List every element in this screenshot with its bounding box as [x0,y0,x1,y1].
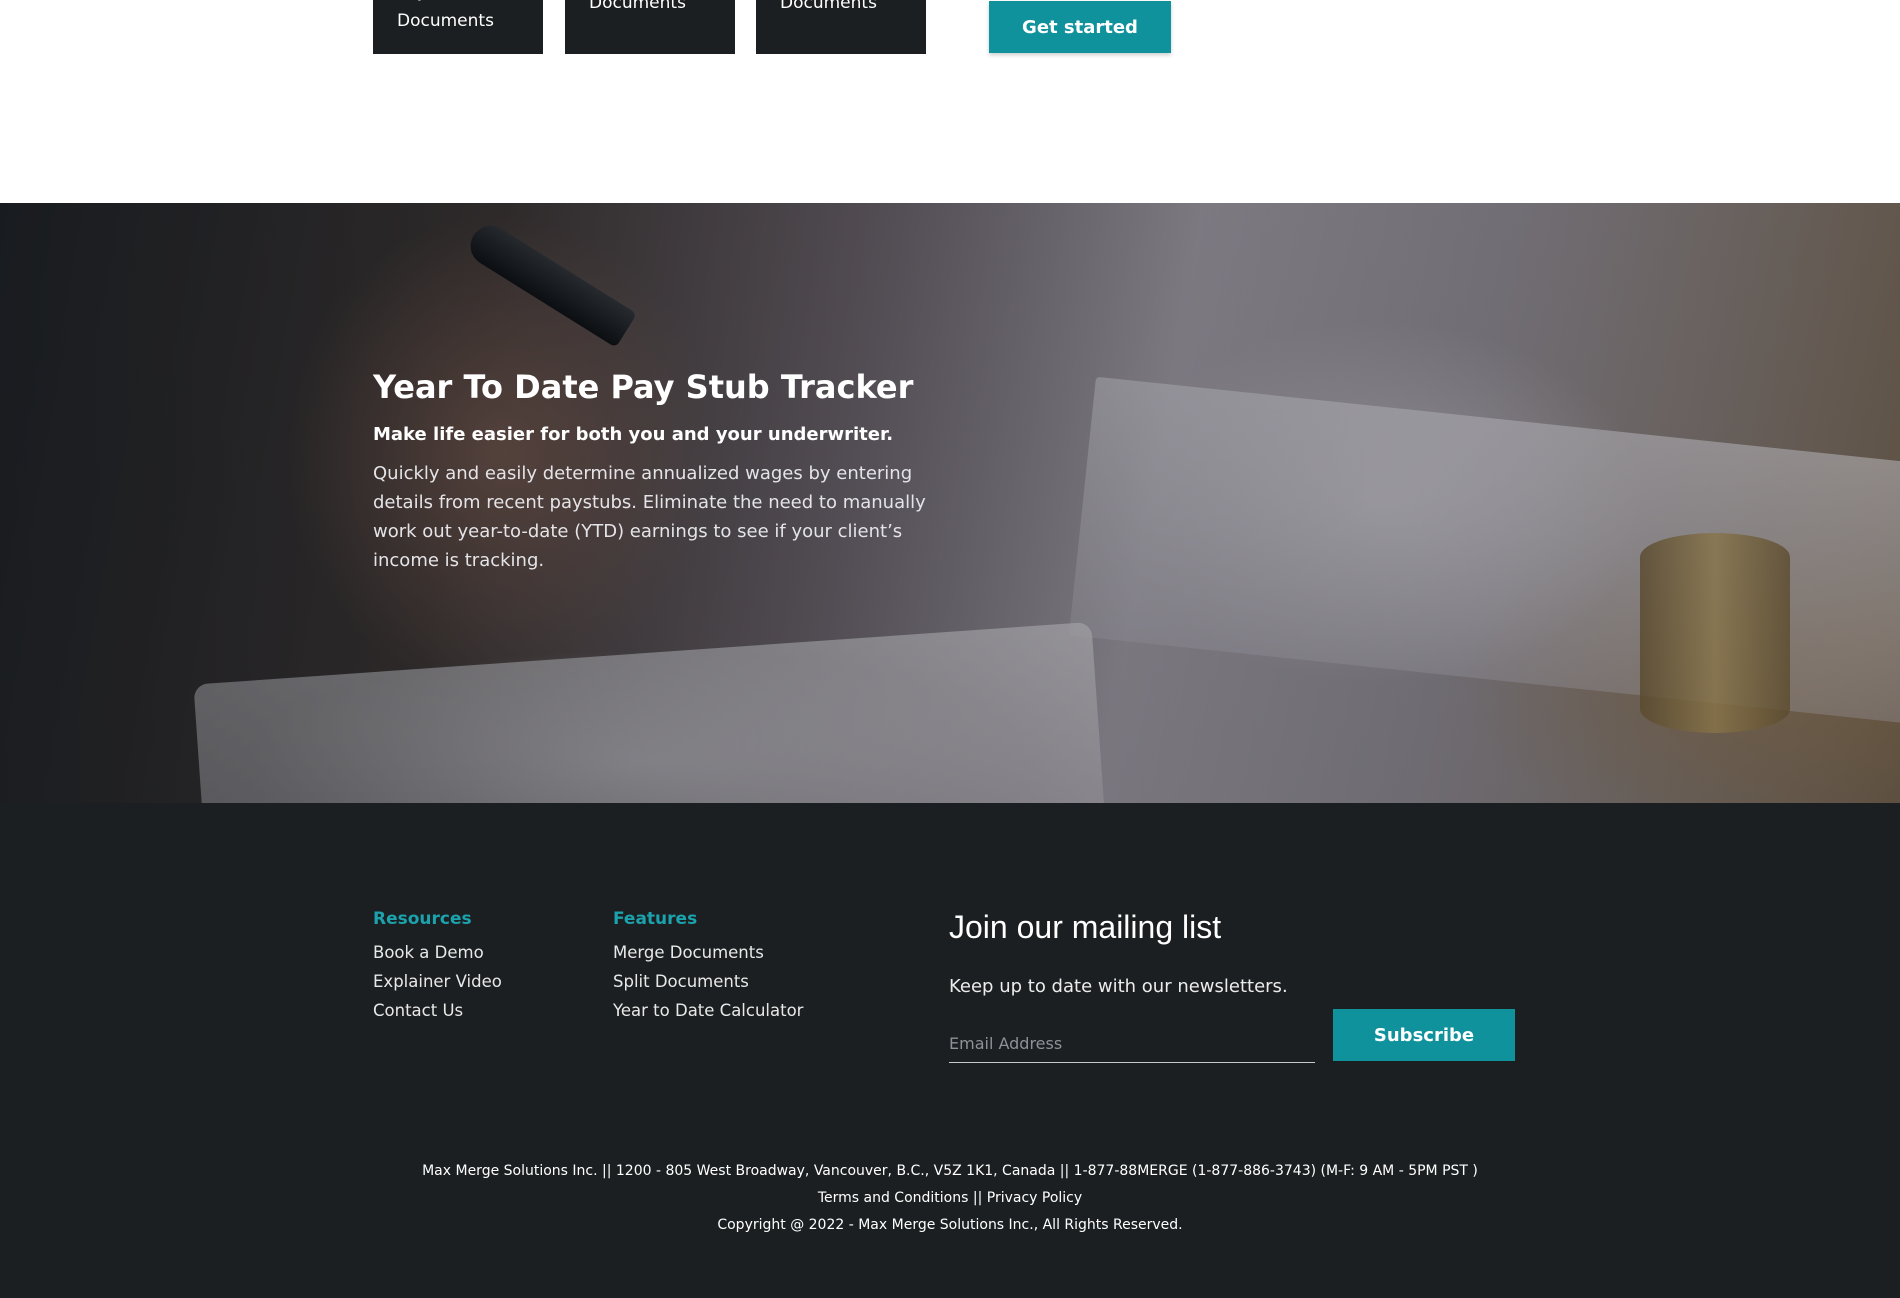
terms-link[interactable]: Terms and Conditions [818,1190,969,1206]
footer-link-explainer-video[interactable]: Explainer Video [373,967,502,996]
feature-card-payment-documents[interactable]: Payment Documents [373,0,543,54]
privacy-link[interactable]: Privacy Policy [987,1190,1082,1206]
hero-subtitle: Make life easier for both you and your u… [373,424,894,446]
footer-link-contact-us[interactable]: Contact Us [373,996,502,1025]
mailing-list-form: Join our mailing list Keep up to date wi… [949,908,1529,1063]
feature-card-documents[interactable]: Documents [565,0,735,54]
footer-link-merge-documents[interactable]: Merge Documents [613,938,803,967]
footer-link-split-documents[interactable]: Split Documents [613,967,803,996]
feature-card-label: Payment Documents [397,0,494,31]
ytd-hero-banner: Year To Date Pay Stub Tracker Make life … [0,203,1900,803]
hero-overlay [0,203,1900,803]
feature-card-label: Documents [780,0,877,13]
footer-legal: Max Merge Solutions Inc. || 1200 - 805 W… [0,1158,1900,1239]
copyright-text: Copyright @ 2022 - Max Merge Solutions I… [717,1217,1183,1233]
get-started-button[interactable]: Get started [989,1,1171,53]
footer-link-ytd-calculator[interactable]: Year to Date Calculator [613,996,803,1025]
hero-description: Quickly and easily determine annualized … [373,463,926,572]
company-address: Max Merge Solutions Inc. || 1200 - 805 W… [422,1163,1478,1179]
subscribe-button[interactable]: Subscribe [1333,1009,1515,1061]
mailing-list-title: Join our mailing list [949,909,1222,945]
email-field[interactable] [949,1025,1315,1063]
footer-link-book-demo[interactable]: Book a Demo [373,938,502,967]
footer-resources-column: Resources Book a Demo Explainer Video Co… [373,908,502,1025]
hero-title: Year To Date Pay Stub Tracker [373,368,914,406]
features-strip: Payment Documents Documents Documents Ge… [0,0,1900,203]
mailing-list-subtitle: Keep up to date with our newsletters. [949,976,1288,997]
footer-features-column: Features Merge Documents Split Documents… [613,908,803,1025]
feature-card-documents-2[interactable]: Documents [756,0,926,54]
feature-card-label: Documents [589,0,686,13]
footer-resources-heading: Resources [373,909,472,929]
legal-separator: || [972,1190,983,1206]
site-footer: Resources Book a Demo Explainer Video Co… [0,803,1900,1298]
legal-links: Terms and Conditions || Privacy Policy [0,1185,1900,1212]
hero-content: Year To Date Pay Stub Tracker Make life … [373,368,933,575]
footer-features-heading: Features [613,909,698,929]
